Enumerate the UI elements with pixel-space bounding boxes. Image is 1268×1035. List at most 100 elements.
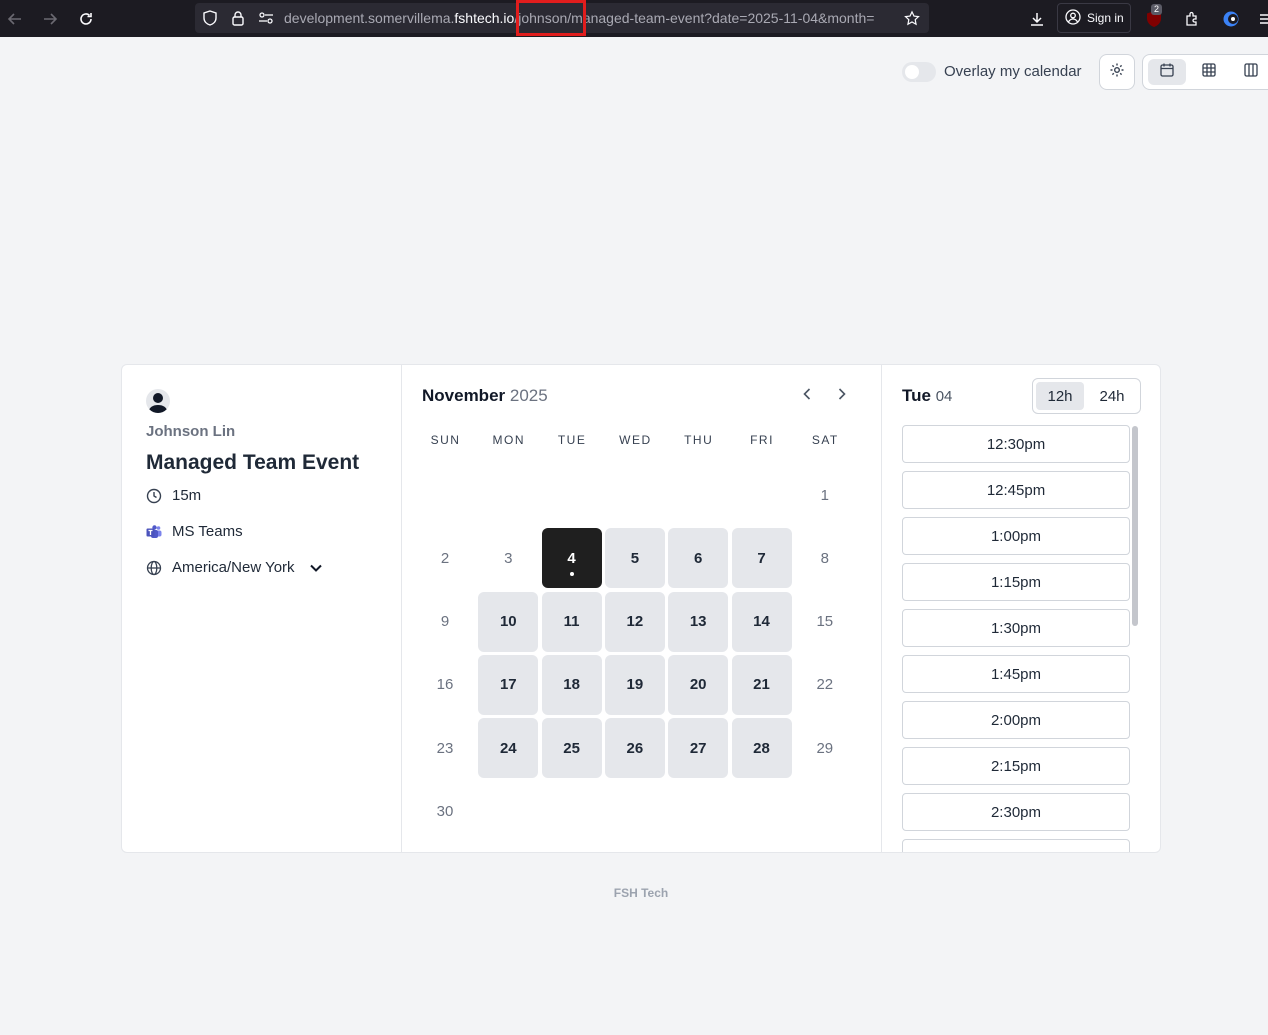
location-text: MS Teams [172,523,243,540]
calendar-day-7[interactable]: 7 [731,528,792,589]
timezone-text: America/New York [172,559,295,576]
reload-icon[interactable] [75,8,97,30]
time-slot[interactable] [902,839,1130,852]
globe-icon [146,560,162,576]
duration-text: 15m [172,487,202,504]
menu-icon[interactable] [1255,8,1268,30]
time-slots-panel: Tue 04 12h 24h 12:30pm 12:45pm 1:00pm 1:15p… [882,365,1160,852]
downloads-icon[interactable] [1026,8,1048,30]
time-slot[interactable]: 1:00pm [902,517,1130,555]
calendar-day-23: 23 [436,739,454,757]
calendar-icon [1159,62,1175,83]
calendar-day-13[interactable]: 13 [668,591,729,652]
calendar-panel: November 2025 SUN MON TUE WED THU FRI SAT 1234… [402,365,882,852]
shield-icon[interactable] [202,10,218,26]
calendar-day-8: 8 [820,549,829,567]
month-title: November 2025 [422,386,548,406]
timezone-select[interactable]: America/New York [146,559,323,576]
account-icon [1065,8,1081,28]
weekday-wed: WED [619,433,652,447]
calendar-day-5[interactable]: 5 [604,528,665,589]
calendar-day-4[interactable]: 4 [541,528,602,589]
sign-in-button[interactable]: Sign in [1057,3,1131,33]
grid-icon [1201,62,1217,83]
lock-icon[interactable] [230,10,246,26]
calendar-day-2: 2 [440,549,450,567]
chevron-right-icon [838,387,846,405]
selected-day-number: 04 [935,388,953,405]
format-24h-button[interactable]: 24h [1088,382,1136,410]
time-slot[interactable]: 1:30pm [902,609,1130,647]
profile-extension-icon[interactable] [1220,8,1242,30]
calendar-day-21[interactable]: 21 [731,654,792,715]
booker-card: Johnson Lin Managed Team Event 15m MS Te… [121,364,1161,853]
calendar-day-1: 1 [820,486,829,504]
calendar-day-26[interactable]: 26 [604,718,665,779]
week-view-button[interactable] [1190,59,1228,85]
time-slot-list: 12:30pm 12:45pm 1:00pm 1:15pm 1:30pm 1:45pm 2:… [902,425,1134,852]
event-title: Managed Team Event [146,451,360,474]
extensions-icon[interactable] [1181,8,1203,30]
calendar-day-18[interactable]: 18 [541,654,602,715]
ms-teams-icon [146,524,162,540]
url-host: fshtech.io [454,10,515,26]
calendar-day-16: 16 [436,676,454,694]
time-slot[interactable]: 2:30pm [902,793,1130,831]
selected-day-name: Tue [902,386,931,405]
time-slot[interactable]: 12:45pm [902,471,1130,509]
calendar-day-25[interactable]: 25 [541,718,602,779]
url-highlight-box [516,0,586,36]
forward-icon[interactable] [39,8,61,30]
gear-icon [1109,62,1125,83]
calendar-day-22: 22 [816,676,834,694]
calendar-day-28[interactable]: 28 [731,718,792,779]
calendar-day-24[interactable]: 24 [478,718,539,779]
settings-button[interactable] [1099,54,1135,90]
calendar-day-11[interactable]: 11 [541,591,602,652]
time-slot[interactable]: 1:45pm [902,655,1130,693]
calendar-day-20[interactable]: 20 [668,654,729,715]
weekday-thu: THU [684,433,714,447]
calendar-day-27[interactable]: 27 [668,718,729,779]
month-view-button[interactable] [1148,59,1186,85]
weekday-mon: MON [492,433,526,447]
browser-toolbar: development.somervillema.fshtech.io/john… [0,0,1268,37]
calendar-day-30: 30 [436,803,454,820]
calendar-day-6[interactable]: 6 [668,528,729,589]
view-switcher [1142,54,1268,90]
calendar-day-29: 29 [816,739,834,757]
host-name: Johnson Lin [146,423,236,440]
month-year: 2025 [509,386,548,405]
calendar-day-17[interactable]: 17 [478,654,539,715]
columns-icon [1243,62,1259,83]
overlay-calendar-label: Overlay my calendar [944,63,1082,80]
avatar [146,389,170,413]
calendar-day-14[interactable]: 14 [731,591,792,652]
time-slot[interactable]: 1:15pm [902,563,1130,601]
overlay-calendar-toggle[interactable] [902,62,936,82]
calendar-day-19[interactable]: 19 [604,654,665,715]
event-meta-panel: Johnson Lin Managed Team Event 15m MS Te… [122,365,402,852]
prev-month-button[interactable] [796,385,818,407]
format-12h-button[interactable]: 12h [1036,382,1084,410]
weekday-fri: FRI [750,433,774,447]
calendar-day-9: 9 [440,613,450,631]
location-row: MS Teams [146,523,243,540]
slot-list-scrollbar[interactable] [1132,426,1138,626]
weekday-sat: SAT [811,433,839,447]
time-slot[interactable]: 2:00pm [902,701,1130,739]
time-slot[interactable]: 12:30pm [902,425,1130,463]
url-text[interactable]: development.somervillema.fshtech.io/john… [284,10,894,26]
url-prefix: development.somervillema. [284,10,455,26]
calendar-day-10[interactable]: 10 [478,591,539,652]
calendar-day-15: 15 [816,613,834,631]
month-name: November [422,386,506,405]
permissions-icon[interactable] [258,10,274,26]
time-slot[interactable]: 2:15pm [902,747,1130,785]
bookmark-star-icon[interactable] [904,9,920,26]
weekday-tue: TUE [557,433,587,447]
calendar-day-12[interactable]: 12 [604,591,665,652]
back-icon[interactable] [4,8,26,30]
next-month-button[interactable] [831,385,853,407]
column-view-button[interactable] [1232,59,1268,85]
